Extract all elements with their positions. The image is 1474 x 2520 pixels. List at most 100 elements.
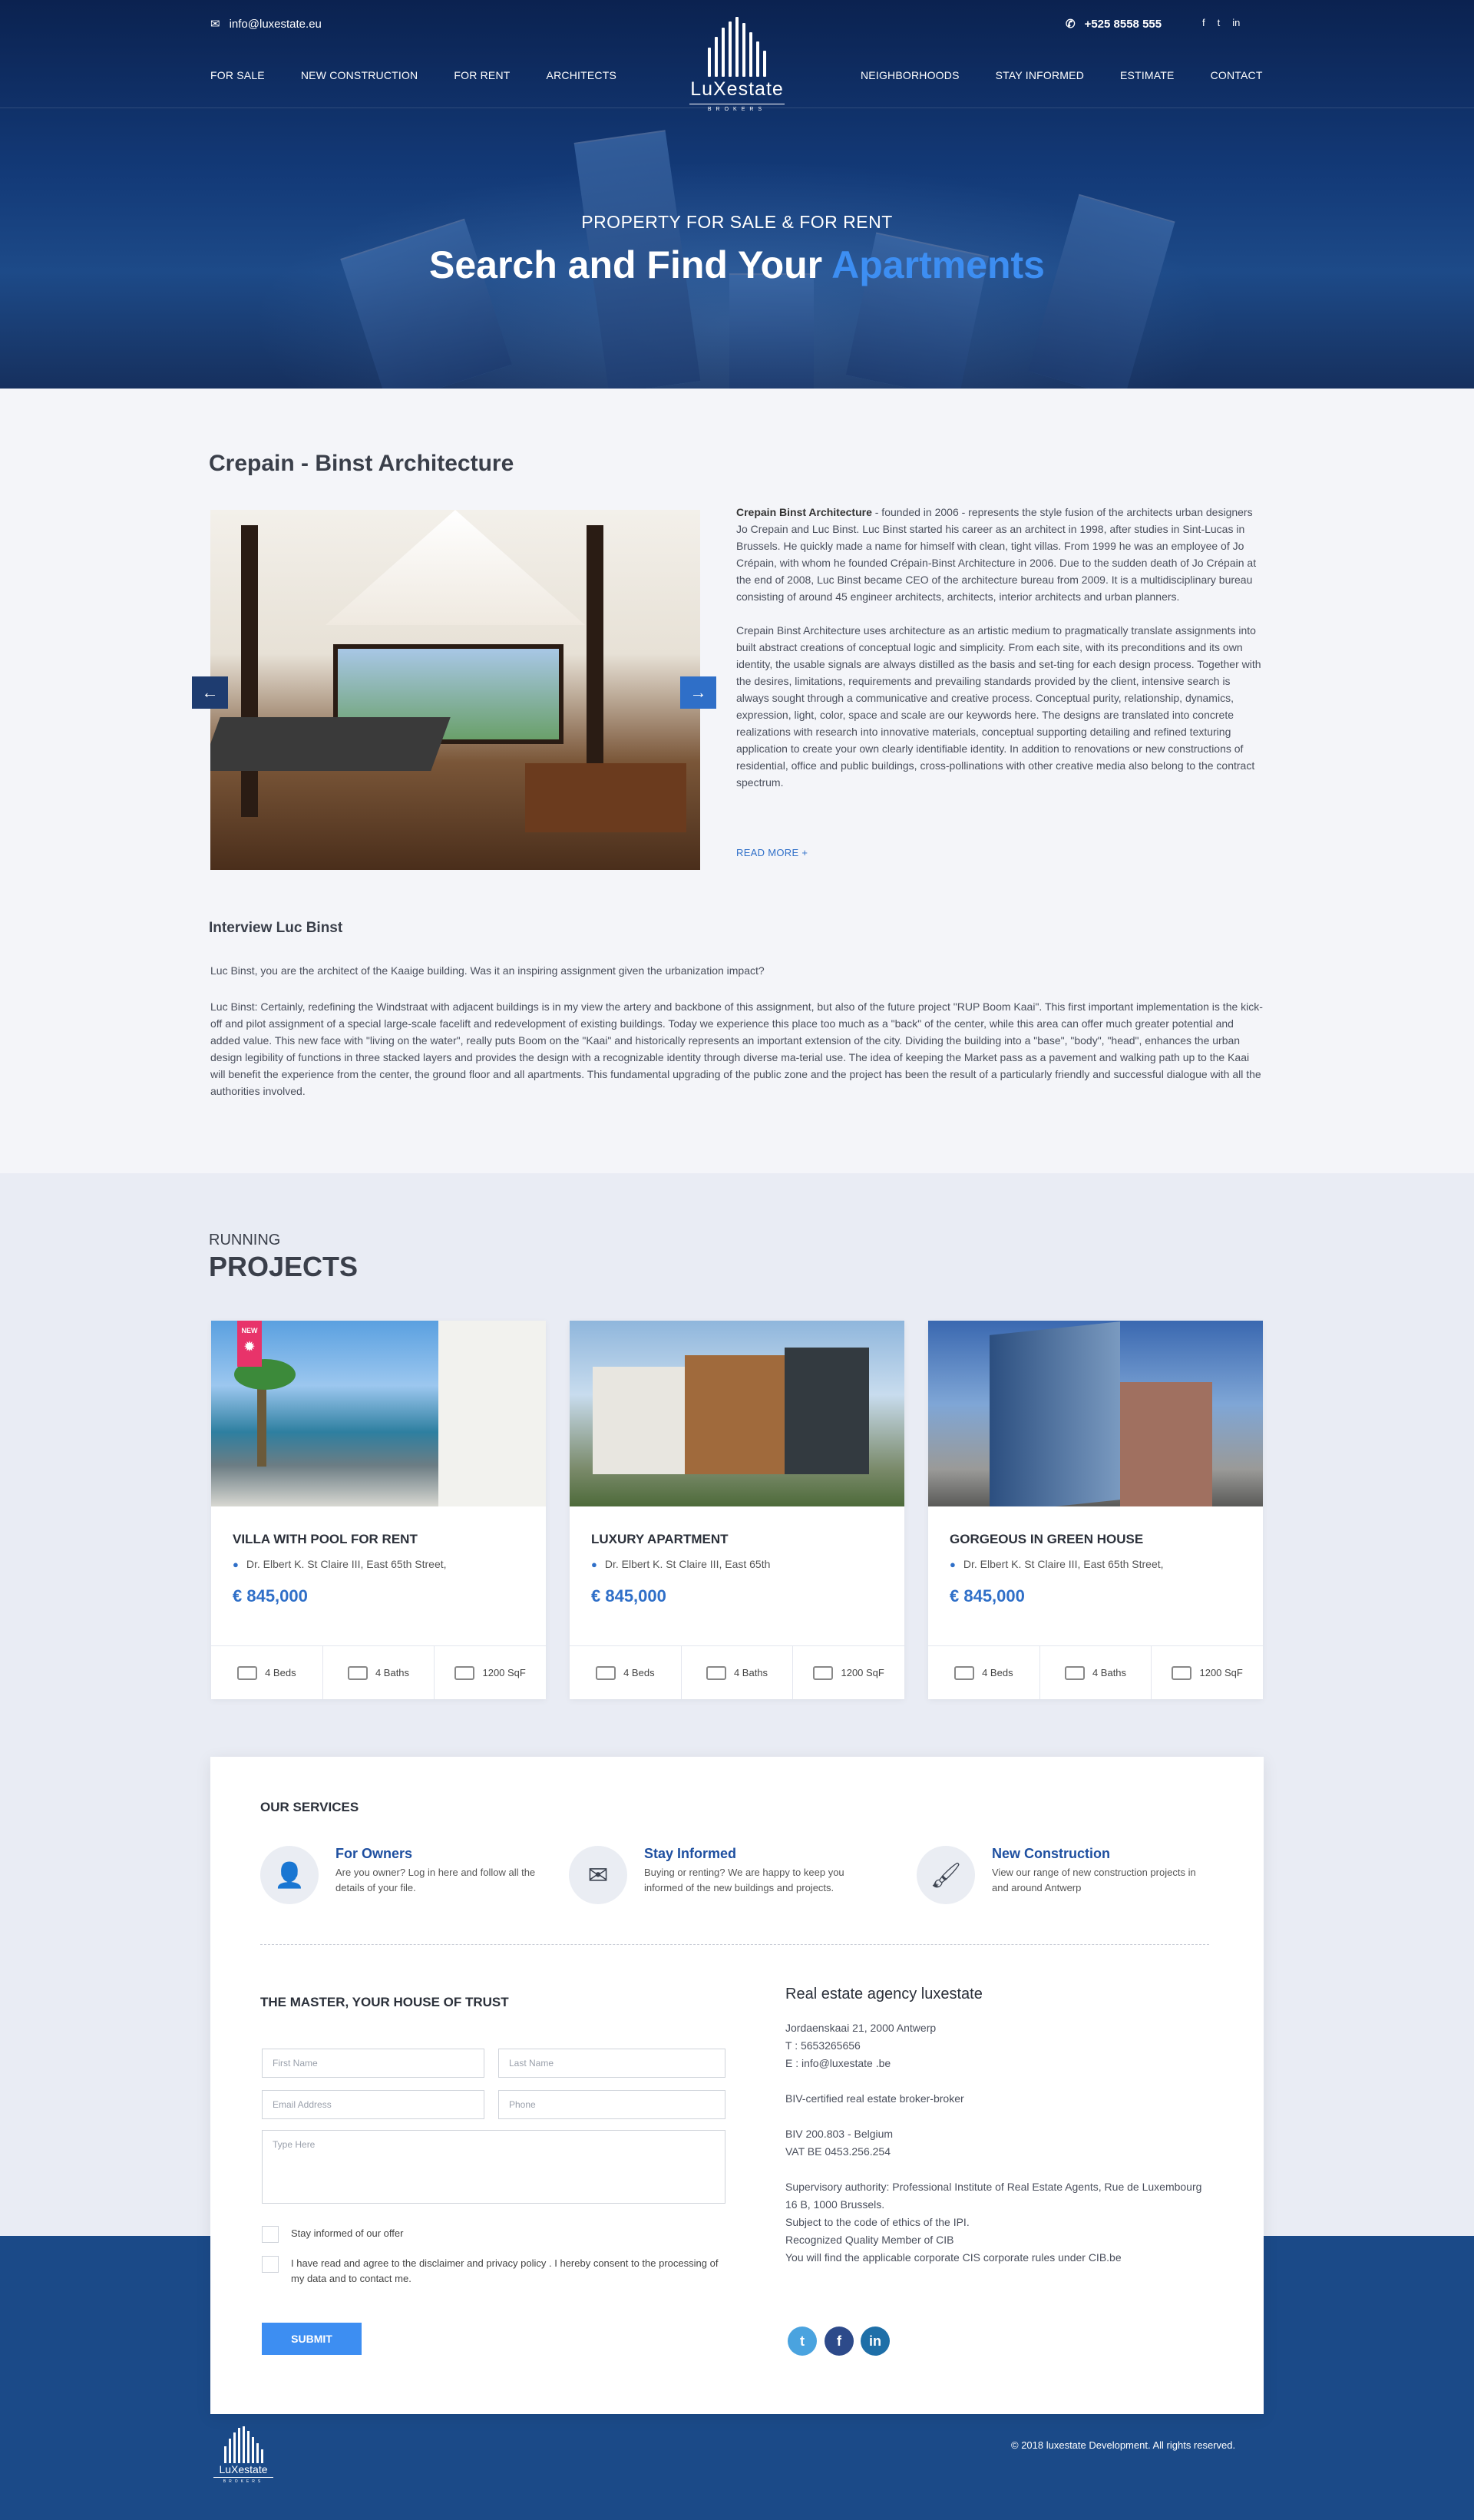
logo-mark xyxy=(679,17,795,77)
project-card[interactable]: NEW ✹ VILLA WITH POOL FOR RENT ● Dr. Elber… xyxy=(211,1321,546,1699)
first-name-field[interactable]: First Name xyxy=(262,2049,484,2078)
projects-kicker: RUNNING xyxy=(209,1232,281,1248)
agency-vat: VAT BE 0453.256.254 xyxy=(785,2145,891,2158)
agency-supervisory: Supervisory authority: Professional Inst… xyxy=(785,2181,1202,2211)
site-logo[interactable]: LuXestate BROKERS xyxy=(679,17,795,112)
feature-area: 1200 SqF xyxy=(793,1646,904,1699)
agency-code: Subject to the code of ethics of the IPI… xyxy=(785,2216,970,2228)
header-email[interactable]: ✉ info@luxestate.eu xyxy=(210,17,322,31)
projects-title: PROJECTS xyxy=(209,1251,359,1282)
newsletter-checkbox[interactable] xyxy=(262,2226,279,2243)
hero-title-accent: Apartments xyxy=(831,243,1045,286)
agency-details: Jordaenskaai 21, 2000 Antwerp T : 5653265… xyxy=(785,2019,1215,2284)
mail-icon: ✉ xyxy=(210,18,220,31)
project-address: ● Dr. Elbert K. St Claire III, East 65th … xyxy=(233,1558,447,1570)
location-pin-icon: ● xyxy=(950,1558,956,1570)
nav-architects[interactable]: ARCHITECTS xyxy=(547,69,616,81)
facebook-icon[interactable]: f xyxy=(1202,17,1205,28)
service-for-owners[interactable]: 👤 For Owners Are you owner? Log in here a… xyxy=(260,1846,550,1904)
agency-rules: You will find the applicable corporate C… xyxy=(785,2251,1122,2264)
twitter-icon[interactable]: t xyxy=(1218,17,1221,28)
project-features: 4 Beds 4 Baths 1200 SqF xyxy=(211,1645,546,1699)
nav-stay-informed[interactable]: STAY INFORMED xyxy=(996,69,1084,81)
service-desc: Are you owner? Log in here and follow al… xyxy=(335,1867,536,1893)
project-features: 4 Beds 4 Baths 1200 SqF xyxy=(928,1645,1263,1699)
service-title: Stay Informed xyxy=(644,1846,737,1861)
phone-field[interactable]: Phone xyxy=(498,2090,725,2119)
linkedin-icon[interactable]: in xyxy=(861,2327,890,2356)
project-title: VILLA WITH POOL FOR RENT xyxy=(233,1532,418,1546)
new-badge: NEW ✹ xyxy=(237,1321,262,1367)
facebook-icon[interactable]: f xyxy=(825,2327,854,2356)
feature-beds: 4 Beds xyxy=(928,1646,1040,1699)
service-desc: View our range of new construction proje… xyxy=(992,1867,1196,1893)
interview-question: Luc Binst, you are the architect of the … xyxy=(210,964,765,977)
consent-checkbox[interactable] xyxy=(262,2256,279,2273)
linkedin-icon[interactable]: in xyxy=(1232,17,1240,28)
read-more-link[interactable]: READ MORE + xyxy=(736,847,808,858)
last-name-field[interactable]: Last Name xyxy=(498,2049,725,2078)
agency-biv: BIV 200.803 - Belgium xyxy=(785,2128,894,2140)
nav-neighborhoods[interactable]: NEIGHBORHOODS xyxy=(861,69,960,81)
project-title: GORGEOUS IN GREEN HOUSE xyxy=(950,1532,1144,1546)
twitter-icon[interactable]: t xyxy=(788,2327,817,2356)
nav-estimate[interactable]: ESTIMATE xyxy=(1120,69,1175,81)
service-stay-informed[interactable]: ✉ Stay Informed Buying or renting? We are… xyxy=(569,1846,859,1904)
project-card[interactable]: GORGEOUS IN GREEN HOUSE ● Dr. Elbert K. S… xyxy=(928,1321,1263,1699)
photo-table xyxy=(525,763,686,832)
consent-checkbox-row: I have read and agree to the disclaimer … xyxy=(262,2256,722,2287)
services-title: OUR SERVICES xyxy=(260,1800,359,1814)
architect-paragraph-2: Crepain Binst Architecture uses architec… xyxy=(736,624,1261,789)
project-address: ● Dr. Elbert K. St Claire III, East 65th xyxy=(591,1558,771,1570)
submit-button[interactable]: SUBMIT xyxy=(262,2323,362,2355)
hero-building xyxy=(729,273,814,389)
photo-counter xyxy=(210,717,451,771)
message-field[interactable]: Type Here xyxy=(262,2130,725,2204)
feature-beds: 4 Beds xyxy=(211,1646,323,1699)
footer-logo[interactable]: LuXestate BROKERS xyxy=(209,2426,278,2484)
service-new-construction[interactable]: 🖌 New Construction View our range of new … xyxy=(917,1846,1207,1904)
bath-icon xyxy=(1064,1665,1085,1680)
hero-subtitle: PROPERTY FOR SALE & FOR RENT xyxy=(581,212,893,232)
location-pin-icon: ● xyxy=(233,1558,239,1570)
agency-tel: T : 5653265656 xyxy=(785,2039,861,2052)
email-field[interactable]: Email Address xyxy=(262,2090,484,2119)
main-nav-right: NEIGHBORHOODS STAY INFORMED ESTIMATE CON… xyxy=(861,69,1263,81)
nav-for-rent[interactable]: FOR RENT xyxy=(454,69,510,81)
project-card[interactable]: LUXURY APARTMENT ● Dr. Elbert K. St Clair… xyxy=(570,1321,904,1699)
nav-for-sale[interactable]: FOR SALE xyxy=(210,69,265,81)
badge-star-icon: ✹ xyxy=(244,1341,255,1354)
nav-new-construction[interactable]: NEW CONSTRUCTION xyxy=(301,69,418,81)
header-phone[interactable]: ✆ +525 8558 555 xyxy=(1066,17,1162,31)
photo-roof xyxy=(326,510,585,625)
feature-area: 1200 SqF xyxy=(1152,1646,1263,1699)
project-address: ● Dr. Elbert K. St Claire III, East 65th … xyxy=(950,1558,1164,1570)
project-features: 4 Beds 4 Baths 1200 SqF xyxy=(570,1645,904,1699)
project-image xyxy=(928,1321,1263,1506)
bed-icon xyxy=(596,1665,616,1680)
project-image: NEW ✹ xyxy=(211,1321,546,1506)
paint-roller-icon: 🖌 xyxy=(917,1846,975,1904)
interview-title: Interview Luc Binst xyxy=(209,920,343,936)
nav-contact[interactable]: CONTACT xyxy=(1211,69,1263,81)
logo-subtitle: BROKERS xyxy=(689,104,785,112)
hero-banner: ✉ info@luxestate.eu ✆ +525 8558 555 f t … xyxy=(0,0,1474,389)
architect-title: Crepain - Binst Architecture xyxy=(209,451,514,476)
owner-icon: 👤 xyxy=(260,1846,319,1904)
project-price: € 845,000 xyxy=(233,1586,308,1606)
arrow-right-icon: → xyxy=(689,683,707,702)
project-image xyxy=(570,1321,904,1506)
footer-logo-subtitle: BROKERS xyxy=(213,2477,273,2484)
interview-answer: Luc Binst: Certainly, redefining the Win… xyxy=(210,1000,1263,1097)
carousel-next-button[interactable]: → xyxy=(680,676,716,709)
checkbox-label: I have read and agree to the disclaimer … xyxy=(291,2257,719,2284)
service-desc: Buying or renting? We are happy to keep … xyxy=(644,1867,844,1893)
main-nav-left: FOR SALE NEW CONSTRUCTION FOR RENT ARCHI… xyxy=(210,69,653,81)
agency-email[interactable]: E : info@luxestate .be xyxy=(785,2057,891,2069)
carousel-prev-button[interactable]: ← xyxy=(192,676,228,709)
feature-area: 1200 SqF xyxy=(435,1646,546,1699)
project-price: € 845,000 xyxy=(591,1586,666,1606)
architect-description: Crepain Binst Architecture - founded in … xyxy=(736,504,1264,808)
top-bar: ✉ info@luxestate.eu ✆ +525 8558 555 f t … xyxy=(0,0,1474,112)
service-title: New Construction xyxy=(992,1846,1111,1861)
